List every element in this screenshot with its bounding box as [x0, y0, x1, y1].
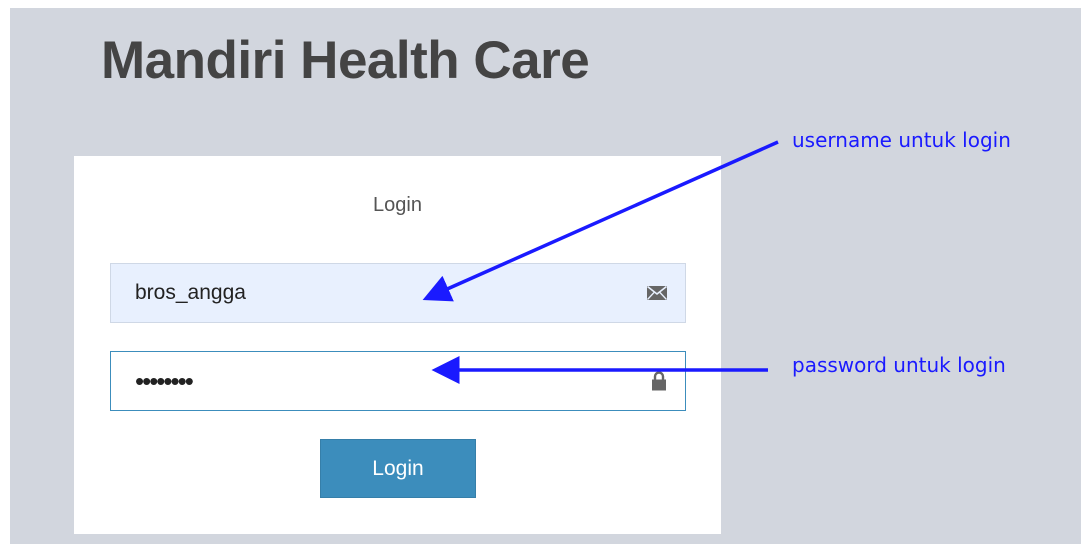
envelope-icon — [647, 286, 667, 300]
login-page-background: Mandiri Health Care Login Login — [10, 8, 1081, 544]
password-field — [110, 351, 686, 411]
username-field — [110, 263, 686, 323]
username-input[interactable] — [111, 264, 685, 322]
password-annotation-label: password untuk login — [792, 353, 1006, 377]
lock-icon — [652, 371, 666, 391]
login-box-title: Login — [373, 194, 422, 216]
app-title: Mandiri Health Care — [101, 31, 590, 90]
password-input[interactable] — [111, 352, 685, 410]
username-annotation-label: username untuk login — [792, 128, 1011, 152]
login-box: Login Login — [74, 156, 721, 534]
login-button[interactable]: Login — [320, 439, 476, 498]
